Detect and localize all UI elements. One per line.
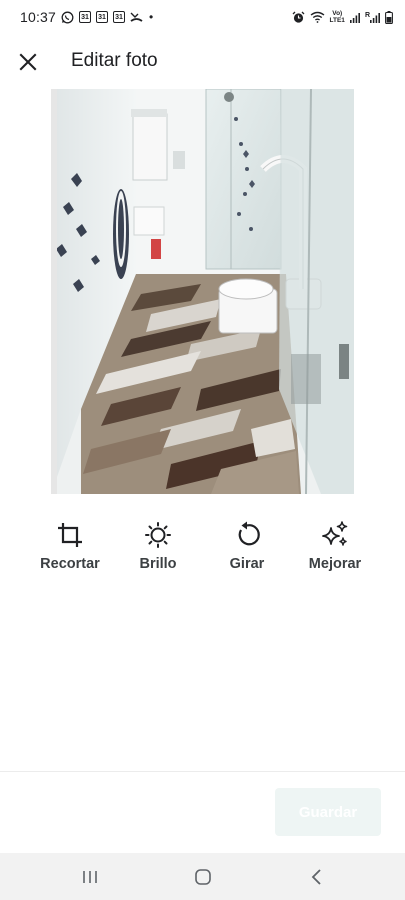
close-button[interactable] bbox=[14, 48, 42, 76]
brightness-tool-button[interactable]: Brillo bbox=[113, 520, 203, 572]
close-icon bbox=[19, 53, 37, 71]
volte-label: Vo) bbox=[332, 10, 343, 17]
recent-apps-icon bbox=[83, 871, 97, 883]
page-title: Editar foto bbox=[71, 50, 158, 71]
calendar-icon: 31 bbox=[79, 11, 92, 23]
app-header: Editar foto bbox=[0, 44, 405, 80]
rotate-tool-button[interactable]: Girar bbox=[202, 520, 292, 572]
wifi-icon bbox=[310, 11, 325, 23]
signal-icon bbox=[349, 12, 360, 23]
home-button[interactable] bbox=[183, 863, 223, 891]
home-icon bbox=[195, 869, 211, 885]
sparkle-icon bbox=[322, 521, 348, 546]
brightness-tool-label: Brillo bbox=[139, 556, 177, 572]
status-time: 10:37 bbox=[20, 9, 57, 25]
system-nav-bar bbox=[0, 853, 405, 900]
signal-roaming-icon: R bbox=[365, 12, 380, 23]
crop-tool-button[interactable]: Recortar bbox=[25, 520, 115, 572]
status-bar: 10:37 31 31 31 • Vo) LTE1 R bbox=[0, 0, 405, 34]
status-dot: • bbox=[149, 10, 154, 24]
calendar-icon: 31 bbox=[96, 11, 109, 23]
edit-tools: Recortar Brillo Girar Mejorar bbox=[0, 520, 405, 580]
alarm-icon bbox=[292, 11, 305, 24]
footer-divider bbox=[0, 771, 405, 772]
crop-icon bbox=[58, 523, 82, 547]
brightness-icon bbox=[145, 522, 171, 548]
missed-call-icon bbox=[130, 11, 143, 23]
crop-tool-label: Recortar bbox=[40, 556, 100, 572]
enhance-tool-label: Mejorar bbox=[308, 556, 362, 572]
lte-label: LTE1 bbox=[329, 17, 345, 24]
enhance-tool-button[interactable]: Mejorar bbox=[290, 520, 380, 572]
back-button[interactable] bbox=[297, 863, 337, 891]
calendar-icon: 31 bbox=[113, 11, 126, 23]
status-left: 10:37 31 31 31 • bbox=[20, 9, 153, 25]
photo-preview bbox=[51, 89, 354, 494]
whatsapp-icon bbox=[61, 11, 74, 24]
battery-icon bbox=[385, 10, 393, 24]
back-icon bbox=[311, 869, 321, 885]
rotate-icon bbox=[238, 521, 260, 546]
rotate-tool-label: Girar bbox=[229, 556, 265, 572]
recent-apps-button[interactable] bbox=[70, 863, 110, 891]
bathroom-photo bbox=[51, 89, 354, 494]
status-right: Vo) LTE1 R bbox=[292, 10, 393, 24]
save-button[interactable]: Guardar bbox=[275, 788, 381, 836]
volte-icon: Vo) LTE1 bbox=[330, 10, 345, 24]
